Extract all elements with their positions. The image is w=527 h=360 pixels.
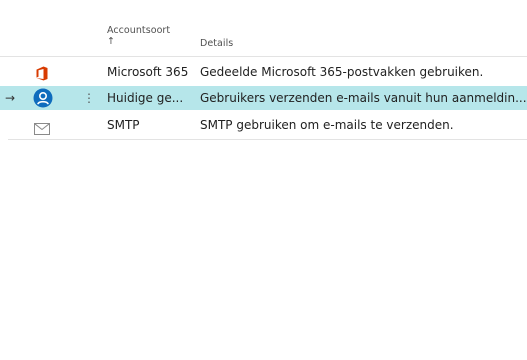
details-cell: Gebruikers verzenden e-mails vanuit hun … [200, 91, 527, 105]
details-cell: Gedeelde Microsoft 365-postvakken gebrui… [200, 65, 484, 79]
column-header-account-type[interactable]: Accountsoort ↑ [107, 25, 170, 47]
list-header: Accountsoort ↑ Details [0, 0, 527, 57]
list-row-smtp[interactable]: SMTP SMTP gebruiken om e-mails te verzen… [0, 113, 527, 140]
user-circle-icon [33, 88, 53, 108]
sort-ascending-icon: ↑ [107, 36, 116, 47]
list-row-microsoft-365[interactable]: Microsoft 365 Gedeelde Microsoft 365-pos… [0, 60, 527, 84]
account-type-cell: SMTP [107, 118, 140, 132]
row-actions-icon[interactable]: ⋮ [83, 86, 93, 110]
list-row-current-user[interactable]: → ⋮ Huidige ge... Gebruikers verzenden e… [0, 86, 527, 110]
column-header-details[interactable]: Details [200, 38, 233, 49]
details-cell: SMTP gebruiken om e-mails te verzenden. [200, 118, 454, 132]
column-header-account-type-label: Accountsoort [107, 25, 171, 36]
account-type-cell: Microsoft 365 [107, 65, 189, 79]
account-type-cell: Huidige ge... [107, 91, 184, 105]
microsoft-office-icon [36, 65, 48, 81]
row-marker-arrow-icon: → [5, 91, 16, 105]
account-type-list-page: Accountsoort ↑ Details Microsoft 365 Ged… [0, 0, 527, 360]
envelope-icon [34, 119, 50, 135]
